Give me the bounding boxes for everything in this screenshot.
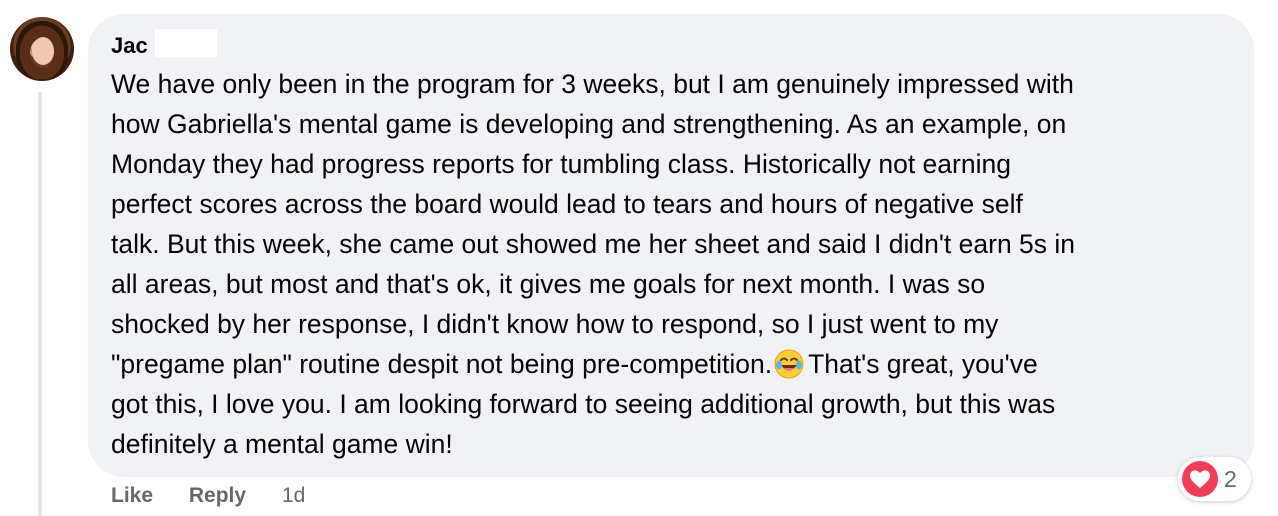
comment-line: We have only been in the program for 3 w… — [111, 69, 1074, 99]
comment-line-with-emoji: "pregame plan" routine despit not being … — [111, 344, 1241, 384]
heart-icon — [1182, 461, 1218, 497]
comment-line-part: That's great, you've — [808, 349, 1038, 379]
comment-line: got this, I love you. I am looking forwa… — [111, 389, 1056, 419]
comment-body: We have only been in the program for 3 w… — [111, 64, 1241, 464]
avatar-face — [32, 37, 54, 65]
thread-line — [38, 92, 42, 516]
comment-line: Monday they had progress reports for tum… — [111, 149, 1011, 179]
comment-line: definitely a mental game win! — [111, 429, 453, 459]
comment-line: perfect scores across the board would le… — [111, 189, 1023, 219]
comment-line: talk. But this week, she came out showed… — [111, 229, 1076, 259]
reaction-count: 2 — [1224, 465, 1237, 492]
comment-line-part: "pregame plan" routine despit not being … — [111, 349, 773, 379]
comment-line: all areas, but most and that's ok, it gi… — [111, 269, 986, 299]
comment-actions: Like Reply 1d — [111, 483, 305, 509]
heart-glyph-icon — [1190, 470, 1210, 489]
redacted-name-block — [155, 29, 217, 57]
comment-line: how Gabriella's mental game is developin… — [111, 109, 1067, 139]
comment-line: shocked by her response, I didn't know h… — [111, 309, 999, 339]
comment-author[interactable]: Jac — [111, 33, 148, 59]
comment-timestamp[interactable]: 1d — [282, 484, 305, 507]
reactions-badge[interactable]: 2 — [1178, 457, 1251, 501]
laughing-with-tears-emoji-icon — [774, 349, 804, 379]
like-button[interactable]: Like — [111, 484, 153, 507]
avatar[interactable] — [10, 17, 74, 81]
reply-button[interactable]: Reply — [189, 484, 246, 507]
